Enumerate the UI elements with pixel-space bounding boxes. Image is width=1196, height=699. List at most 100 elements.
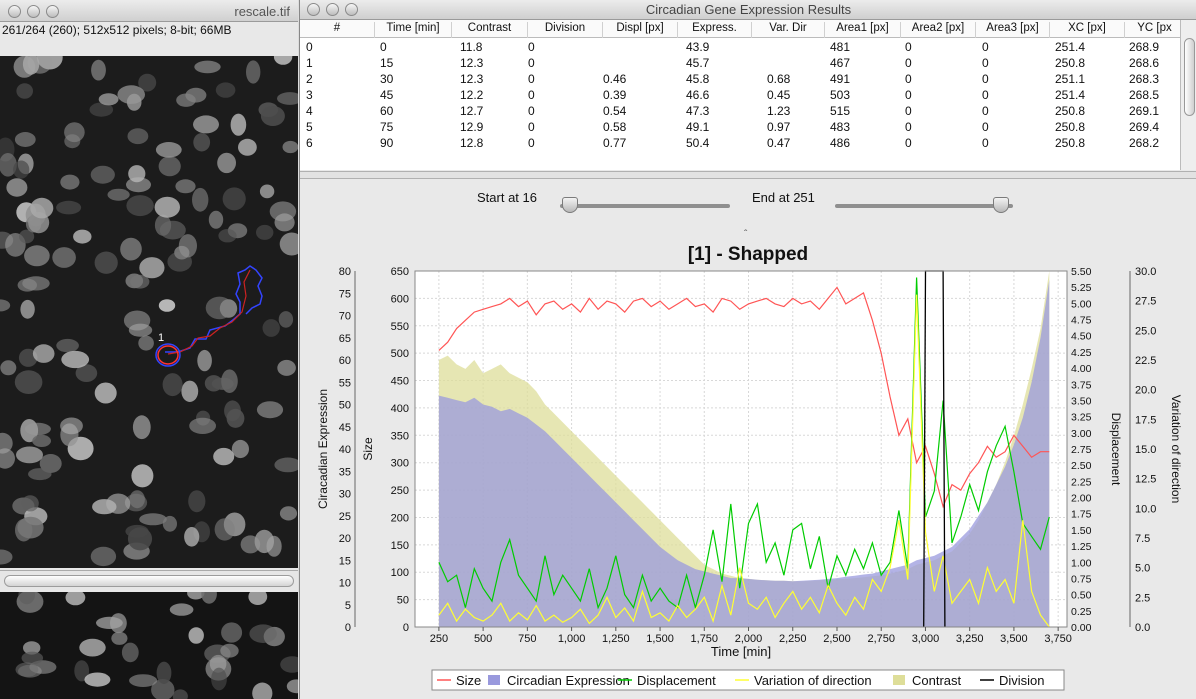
zoom-icon[interactable] xyxy=(46,5,59,18)
legend-swatch xyxy=(488,675,500,685)
column-header[interactable]: Time [min] xyxy=(375,22,452,38)
column-header[interactable]: Area2 [px] xyxy=(901,22,976,38)
table-cell: 0 xyxy=(982,104,989,118)
cell-nucleus xyxy=(211,667,227,691)
cell-nucleus xyxy=(221,622,243,643)
table-row[interactable]: 4 60 12.7 0 0.54 47.3 1.23 515 0 0 250.8 269.1 xyxy=(300,103,1180,119)
column-header[interactable]: # xyxy=(300,22,375,38)
displacement-tick-label: 0.50 xyxy=(1071,590,1092,602)
table-cell: 0 xyxy=(982,120,989,134)
minimize-icon[interactable] xyxy=(27,5,40,18)
displacement-tick-label: 3.25 xyxy=(1071,412,1092,424)
displacement-tick-label: 0.75 xyxy=(1071,573,1092,585)
table-cell: 0 xyxy=(905,72,912,86)
circadian-tick-label: 60 xyxy=(339,355,351,367)
legend-label: Displacement xyxy=(637,673,716,688)
circadian-tick-label: 5 xyxy=(345,600,351,612)
table-cell: 0 xyxy=(528,56,535,70)
table-cell: 251.4 xyxy=(1055,40,1086,54)
variation-tick-label: 12.5 xyxy=(1135,474,1156,486)
cell-nucleus xyxy=(15,662,39,677)
table-row[interactable]: 6 90 12.8 0 0.77 50.4 0.47 486 0 0 250.8 268.2 xyxy=(300,135,1180,151)
table-cell: 0 xyxy=(528,104,535,118)
column-header[interactable]: Express. xyxy=(678,22,752,38)
track-overlay: 1 xyxy=(155,265,263,367)
displacement-tick-label: 5.00 xyxy=(1071,298,1092,310)
results-table[interactable]: # Time [min] Contrast Division Displ [px] Exp… xyxy=(300,20,1196,170)
circadian-tick-label: 25 xyxy=(339,511,351,523)
displacement-tick-label: 4.00 xyxy=(1071,363,1092,375)
x-tick-label: 3,500 xyxy=(1000,633,1028,645)
table-row[interactable]: 1 15 12.3 0 45.7 467 0 0 250.8 268.6 xyxy=(300,55,1180,71)
column-header[interactable]: Division xyxy=(528,22,603,38)
x-tick-label: 1,250 xyxy=(602,633,630,645)
table-cell: 0.54 xyxy=(603,104,627,118)
start-slider-track[interactable] xyxy=(560,204,730,208)
table-cell: 0 xyxy=(905,136,912,150)
table-cell: 6 xyxy=(306,136,313,150)
size-tick-label: 550 xyxy=(391,321,409,333)
table-row[interactable]: 5 75 12.9 0 0.58 49.1 0.97 483 0 0 250.8 269.4 xyxy=(300,119,1180,135)
cell-nucleus xyxy=(96,616,123,629)
cell-nucleus xyxy=(286,679,298,694)
circadian-tick-label: 40 xyxy=(339,444,351,456)
chart[interactable]: [1] - Shapped 250 500 750 1,000 1,250 1,500 1,… xyxy=(300,238,1196,699)
image-scrollbar[interactable] xyxy=(0,570,298,590)
table-row[interactable]: 3 45 12.2 0 0.39 46.6 0.45 503 0 0 251.4 268.5 xyxy=(300,87,1180,103)
table-cell: 2 xyxy=(306,72,313,86)
end-label: End at 251 xyxy=(752,190,815,205)
table-vertical-scrollbar[interactable] xyxy=(1180,20,1196,170)
roi-outline[interactable] xyxy=(155,343,181,367)
variation-tick-label: 15.0 xyxy=(1135,444,1156,456)
end-slider-track[interactable] xyxy=(835,204,1013,208)
circadian-tick-label: 55 xyxy=(339,377,351,389)
table-cell: 46.6 xyxy=(686,88,710,102)
column-header[interactable]: YC [px xyxy=(1125,22,1185,38)
circadian-tick-label: 0 xyxy=(345,622,351,634)
column-header[interactable]: Contrast xyxy=(452,22,528,38)
size-axis-label: Size xyxy=(361,437,375,461)
circadian-tick-label: 10 xyxy=(339,578,351,590)
cell-nucleus xyxy=(201,592,217,604)
size-tick-label: 200 xyxy=(391,512,409,524)
variation-tick-label: 30.0 xyxy=(1135,266,1156,278)
image-window-titlebar[interactable]: rescale.tif xyxy=(0,0,298,22)
x-tick-label: 3,750 xyxy=(1044,633,1072,645)
displacement-tick-label: 4.75 xyxy=(1071,315,1092,327)
close-icon[interactable] xyxy=(8,5,21,18)
circadian-tick-label: 20 xyxy=(339,533,351,545)
table-cell: 12.3 xyxy=(460,72,484,86)
table-cell: 0 xyxy=(982,40,989,54)
size-tick-label: 100 xyxy=(391,567,409,579)
table-cell: 0.45 xyxy=(767,88,791,102)
column-header[interactable]: Area1 [px] xyxy=(825,22,901,38)
table-cell: 12.9 xyxy=(460,120,484,134)
cell-nucleus xyxy=(129,674,158,687)
microscopy-image[interactable]: 1 xyxy=(0,56,298,568)
scroll-thumb[interactable] xyxy=(1184,38,1195,116)
table-row[interactable]: 2 30 12.3 0 0.46 45.8 0.68 491 0 0 251.1 268.3 xyxy=(300,71,1180,87)
table-cell: 45.8 xyxy=(686,72,710,86)
cell-nucleus xyxy=(79,638,106,657)
displacement-tick-label: 4.50 xyxy=(1071,331,1092,343)
splitter[interactable] xyxy=(300,171,1196,179)
legend-label: Contrast xyxy=(912,673,962,688)
x-tick-label: 2,250 xyxy=(779,633,807,645)
cell-nucleus xyxy=(111,631,128,645)
scroll-thumb[interactable] xyxy=(4,575,294,587)
results-window-titlebar[interactable]: Circadian Gene Expression Results xyxy=(300,0,1196,20)
table-cell: 268.6 xyxy=(1129,56,1160,70)
column-header[interactable]: Displ [px] xyxy=(603,22,678,38)
table-cell: 0 xyxy=(380,40,387,54)
column-header[interactable]: Var. Dir xyxy=(752,22,825,38)
start-slider-knob[interactable] xyxy=(562,197,579,213)
table-cell: 15 xyxy=(380,56,394,70)
column-header[interactable]: XC [px] xyxy=(1050,22,1125,38)
size-tick-label: 650 xyxy=(391,266,409,278)
table-row[interactable]: 0 0 11.8 0 43.9 481 0 0 251.4 268.9 xyxy=(300,39,1180,55)
end-slider-knob[interactable] xyxy=(992,197,1009,213)
size-tick-label: 600 xyxy=(391,293,409,305)
table-cell: 0 xyxy=(528,88,535,102)
table-cell: 0 xyxy=(528,40,535,54)
column-header[interactable]: Area3 [px] xyxy=(976,22,1050,38)
